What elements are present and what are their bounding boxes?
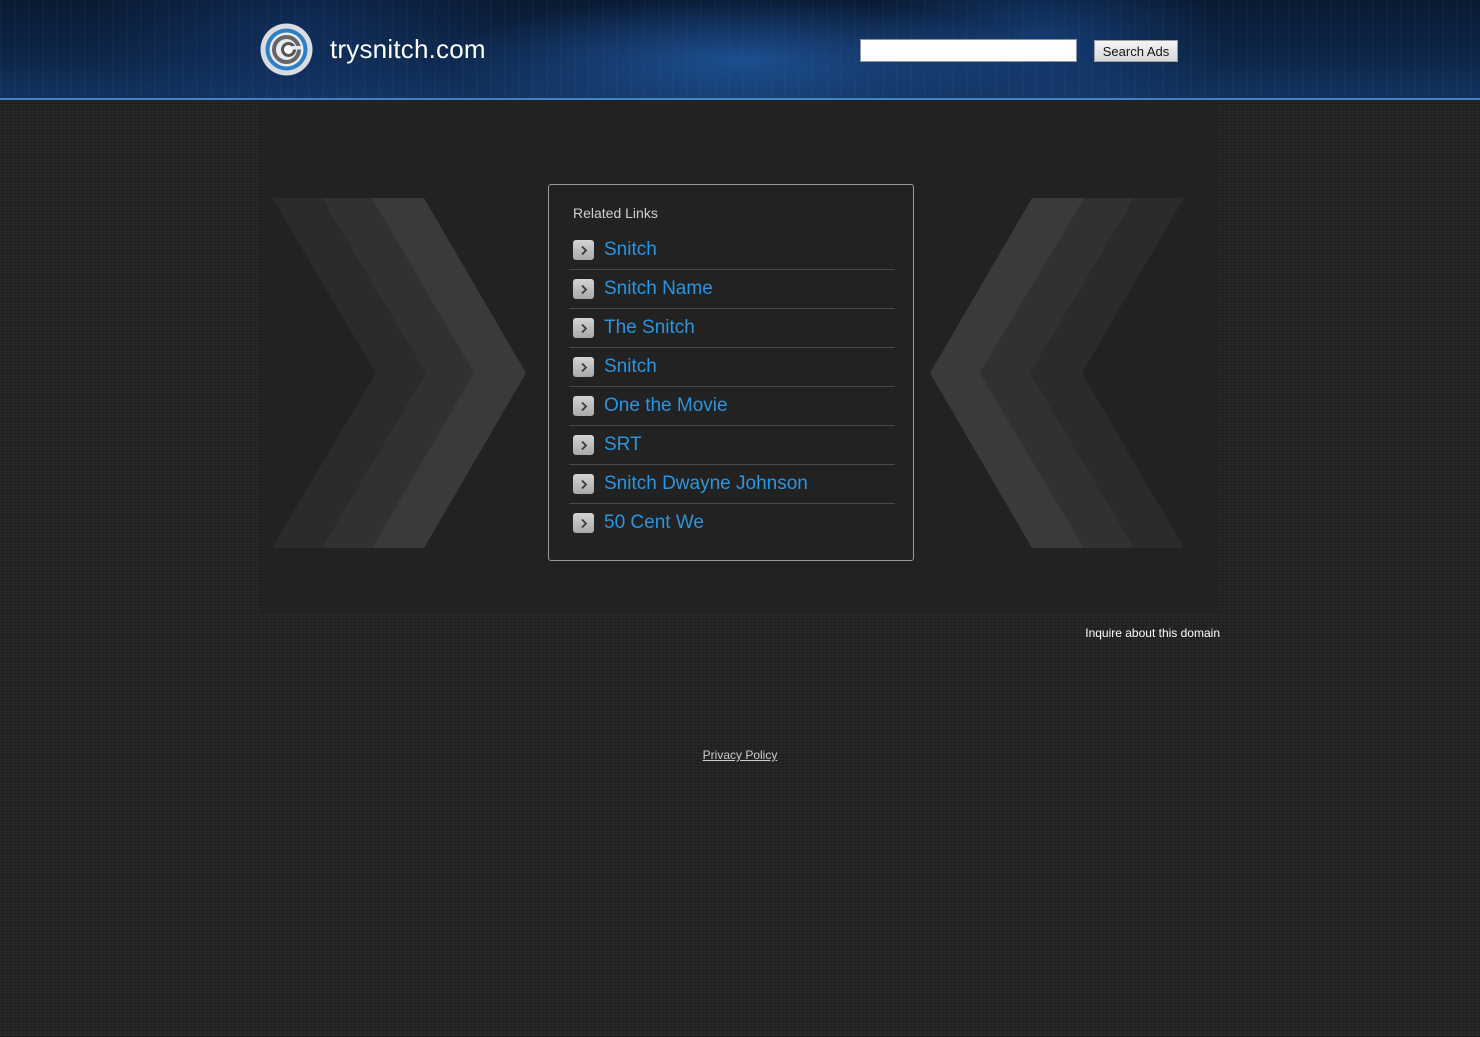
related-link-label[interactable]: 50 Cent We [604, 512, 704, 534]
related-link-item[interactable]: Snitch Dwayne Johnson [569, 465, 895, 504]
chevron-right-icon[interactable] [573, 240, 594, 260]
chevron-right-icon[interactable] [573, 474, 594, 494]
related-links-heading: Related Links [573, 205, 658, 221]
site-title[interactable]: trysnitch.com [330, 34, 486, 65]
related-link-label[interactable]: Snitch [604, 356, 657, 378]
inquire-domain-link[interactable]: Inquire about this domain [1085, 626, 1220, 640]
related-link-item[interactable]: One the Movie [569, 387, 895, 426]
related-link-item[interactable]: The Snitch [569, 309, 895, 348]
chevron-right-icon[interactable] [573, 513, 594, 533]
double-chevron-left-decoration-icon [930, 198, 1184, 548]
search-input[interactable] [860, 39, 1077, 62]
related-link-label[interactable]: The Snitch [604, 317, 695, 339]
related-link-label[interactable]: Snitch Dwayne Johnson [604, 473, 808, 495]
related-link-item[interactable]: SRT [569, 426, 895, 465]
related-link-item[interactable]: Snitch [569, 231, 895, 270]
privacy-policy-link[interactable]: Privacy Policy [703, 748, 778, 762]
related-link-item[interactable]: Snitch Name [569, 270, 895, 309]
double-chevron-right-decoration-icon [272, 198, 526, 548]
content-panel: Related Links Snitch Snitch Name The Sni… [260, 102, 1220, 614]
related-links-list: Snitch Snitch Name The Snitch Snitch One… [569, 231, 895, 542]
chevron-right-icon[interactable] [573, 318, 594, 338]
related-link-item[interactable]: 50 Cent We [569, 504, 895, 542]
search-ads-button[interactable]: Search Ads [1094, 40, 1178, 62]
chevron-right-icon[interactable] [573, 435, 594, 455]
site-header: trysnitch.com Search Ads [0, 0, 1480, 100]
chevron-right-icon[interactable] [573, 357, 594, 377]
privacy-policy-container: Privacy Policy [0, 748, 1480, 762]
related-link-label[interactable]: Snitch [604, 239, 657, 261]
related-link-label[interactable]: SRT [604, 434, 642, 456]
chevron-right-icon[interactable] [573, 279, 594, 299]
chevron-right-icon[interactable] [573, 396, 594, 416]
related-link-item[interactable]: Snitch [569, 348, 895, 387]
circular-logo-icon[interactable] [259, 22, 314, 77]
related-link-label[interactable]: One the Movie [604, 395, 728, 417]
related-links-box: Related Links Snitch Snitch Name The Sni… [548, 184, 914, 561]
related-link-label[interactable]: Snitch Name [604, 278, 713, 300]
